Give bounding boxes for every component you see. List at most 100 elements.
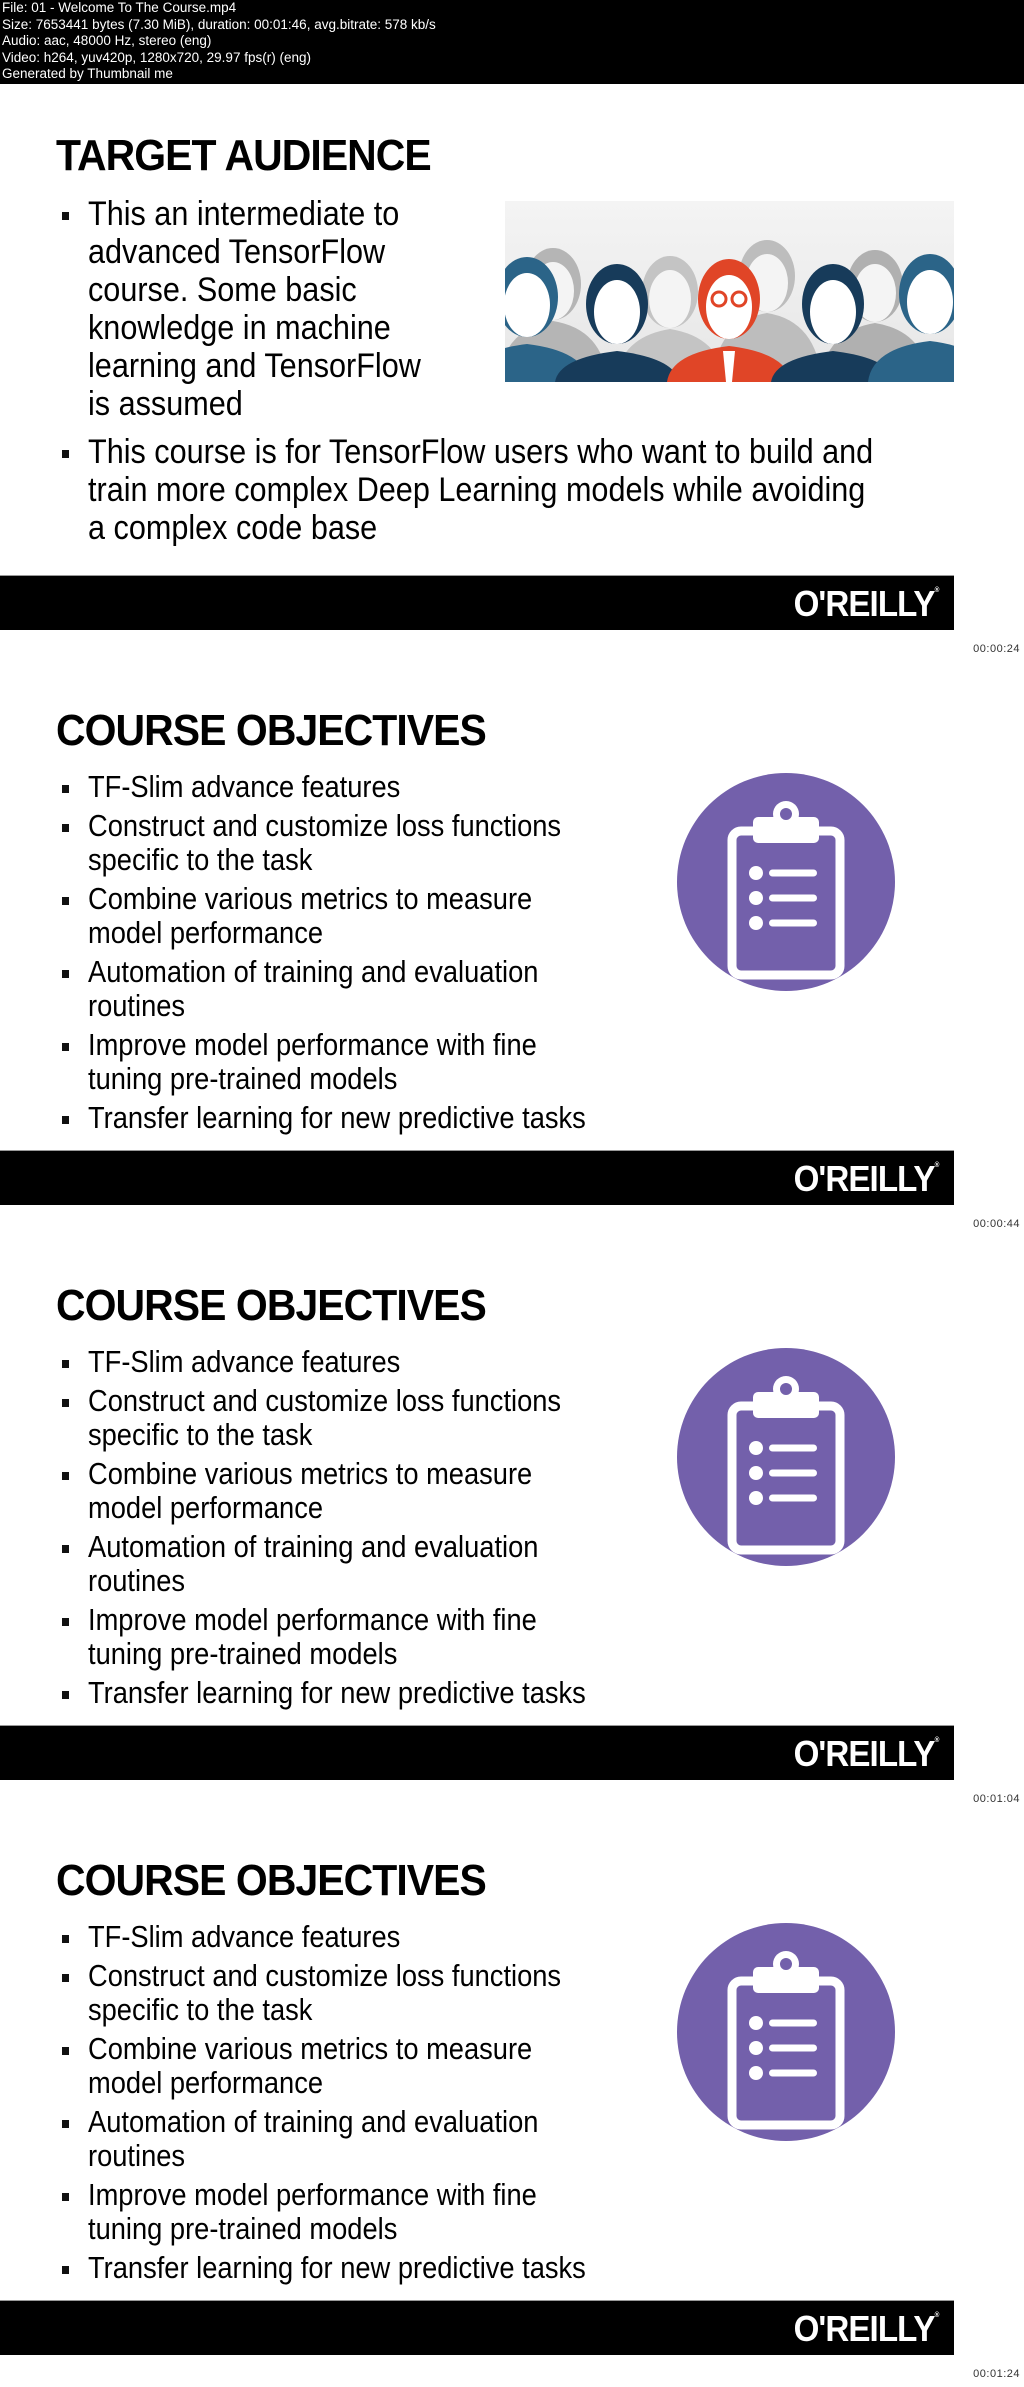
oreilly-logo: O'REILLY® — [793, 583, 939, 624]
size-line: Size: 7653441 bytes (7.30 MiB), duration… — [2, 16, 436, 32]
bullet-square-icon — [62, 1360, 69, 1368]
objective-line: Transfer learning for new predictive tas… — [88, 2250, 586, 2285]
bullet-line: course. Some basic — [88, 271, 357, 309]
objective-line: routines — [88, 1563, 186, 1598]
bullet-square-icon — [62, 1472, 69, 1480]
slide-title: TARGET AUDIENCE — [56, 131, 432, 180]
objective-line: tuning pre-trained models — [88, 2211, 398, 2246]
oreilly-footer-bar: O'REILLY® — [0, 2300, 954, 2355]
slide-title: COURSE OBJECTIVES — [56, 1281, 487, 1330]
bullet-square-icon — [62, 897, 69, 905]
objectives-list: TF-Slim advance features Construct and cu… — [60, 770, 654, 1140]
bullet-square-icon — [62, 1618, 69, 1626]
slide-frame-1: TARGET AUDIENCE This an intermediate to ad… — [0, 88, 954, 630]
oreilly-logo: O'REILLY® — [793, 1158, 939, 1199]
clipboard-glyph — [727, 1376, 845, 1555]
objective-item: Automation of training and evaluation rou… — [60, 1530, 654, 1598]
bullet-line: knowledge in machine — [88, 309, 391, 347]
oreilly-footer-bar: O'REILLY® — [0, 575, 954, 630]
bullet-line: advanced TensorFlow — [88, 233, 386, 271]
generator-line: Generated by Thumbnail me — [2, 66, 173, 82]
bullet-list: This an intermediate to advanced TensorFl… — [60, 195, 458, 423]
objective-item: Automation of training and evaluation rou… — [60, 955, 654, 1023]
objective-item: Construct and customize loss functions sp… — [60, 1384, 654, 1452]
objective-item: Combine various metrics to measure model … — [60, 1457, 654, 1525]
objective-line: routines — [88, 2138, 186, 2173]
oreilly-footer-bar: O'REILLY® — [0, 1725, 954, 1780]
objective-line: specific to the task — [88, 842, 313, 877]
frame-timestamp: 00:00:24 — [973, 643, 1020, 655]
objective-line: tuning pre-trained models — [88, 1061, 398, 1096]
frame-timestamp: 00:00:44 — [973, 1218, 1020, 1230]
bullet-square-icon — [62, 212, 69, 220]
frame-timestamp: 00:01:04 — [973, 1793, 1020, 1805]
objective-line: routines — [88, 988, 186, 1023]
bullet-square-icon — [62, 1116, 69, 1124]
objective-line: model performance — [88, 915, 324, 950]
bullet-list: This course is for TensorFlow users who … — [60, 433, 954, 547]
bullet-item: This course is for TensorFlow users who … — [60, 433, 954, 547]
objective-item: Improve model performance with fine tunin… — [60, 1028, 654, 1096]
objective-line: Improve model performance with fine — [88, 1027, 537, 1062]
objective-line: Transfer learning for new predictive tas… — [88, 1675, 586, 1710]
bullet-square-icon — [62, 1399, 69, 1407]
bullet-line: learning and TensorFlow — [88, 347, 421, 385]
objective-item: Transfer learning for new predictive tas… — [60, 2251, 654, 2285]
objective-line: TF-Slim advance features — [88, 1344, 401, 1379]
objective-line: model performance — [88, 1490, 324, 1525]
bullet-line: This an intermediate to — [88, 195, 400, 233]
people-group-illustration — [505, 201, 954, 382]
objective-item: Improve model performance with fine tunin… — [60, 1603, 654, 1671]
objective-line: Improve model performance with fine — [88, 2177, 537, 2212]
objective-line: Automation of training and evaluation — [88, 1529, 539, 1564]
oreilly-logo: O'REILLY® — [793, 1733, 939, 1774]
objective-line: Combine various metrics to measure — [88, 1456, 533, 1491]
objectives-list: TF-Slim advance features Construct and cu… — [60, 1920, 654, 2290]
bullet-line: is assumed — [88, 385, 243, 423]
objective-item: TF-Slim advance features — [60, 1920, 654, 1954]
oreilly-logo: O'REILLY® — [793, 2308, 939, 2349]
bullet-square-icon — [62, 1691, 69, 1699]
objective-line: Construct and customize loss functions — [88, 808, 562, 843]
objective-item: Transfer learning for new predictive tas… — [60, 1676, 654, 1710]
bullet-square-icon — [62, 824, 69, 832]
objective-line: TF-Slim advance features — [88, 1919, 401, 1954]
bullet-square-icon — [62, 2193, 69, 2201]
objective-item: Construct and customize loss functions sp… — [60, 809, 654, 877]
objective-item: Construct and customize loss functions sp… — [60, 1959, 654, 2027]
objective-line: tuning pre-trained models — [88, 1636, 398, 1671]
objective-line: Automation of training and evaluation — [88, 954, 539, 989]
bullet-square-icon — [62, 970, 69, 978]
oreilly-footer-bar: O'REILLY® — [0, 1150, 954, 1205]
slide-frame-2: COURSE OBJECTIVES TF-Slim advance feature… — [0, 663, 954, 1205]
objective-line: Combine various metrics to measure — [88, 881, 533, 916]
frame-timestamp: 00:01:24 — [973, 2368, 1020, 2380]
video-line: Video: h264, yuv420p, 1280x720, 29.97 fp… — [2, 49, 311, 65]
objective-line: Transfer learning for new predictive tas… — [88, 1100, 586, 1135]
clipboard-list-icon — [677, 1923, 895, 2141]
audio-line: Audio: aac, 48000 Hz, stereo (eng) — [2, 33, 212, 49]
objective-line: Construct and customize loss functions — [88, 1958, 562, 1993]
bullet-square-icon — [62, 1974, 69, 1982]
slide-title: COURSE OBJECTIVES — [56, 706, 487, 755]
bullet-line: a complex code base — [88, 509, 378, 547]
bullet-line: train more complex Deep Learning models … — [88, 471, 866, 509]
objective-item: Combine various metrics to measure model … — [60, 2032, 654, 2100]
bullet-square-icon — [62, 1935, 69, 1943]
objective-line: specific to the task — [88, 1992, 313, 2027]
slide-frame-4: COURSE OBJECTIVES TF-Slim advance feature… — [0, 1813, 954, 2355]
objective-line: model performance — [88, 2065, 324, 2100]
clipboard-glyph — [727, 801, 845, 980]
bullet-square-icon — [62, 785, 69, 793]
clipboard-list-icon — [677, 773, 895, 991]
objective-line: Automation of training and evaluation — [88, 2104, 539, 2139]
clipboard-list-icon — [677, 1348, 895, 1566]
objective-item: Combine various metrics to measure model … — [60, 882, 654, 950]
objective-item: TF-Slim advance features — [60, 1345, 654, 1379]
bullet-square-icon — [62, 2266, 69, 2274]
video-info-header: File: 01 - Welcome To The Course.mp4 Siz… — [0, 0, 1024, 84]
bullet-item: This an intermediate to advanced TensorFl… — [60, 195, 458, 423]
objective-item: Improve model performance with fine tunin… — [60, 2178, 654, 2246]
bullet-square-icon — [62, 1043, 69, 1051]
objective-line: Construct and customize loss functions — [88, 1383, 562, 1418]
